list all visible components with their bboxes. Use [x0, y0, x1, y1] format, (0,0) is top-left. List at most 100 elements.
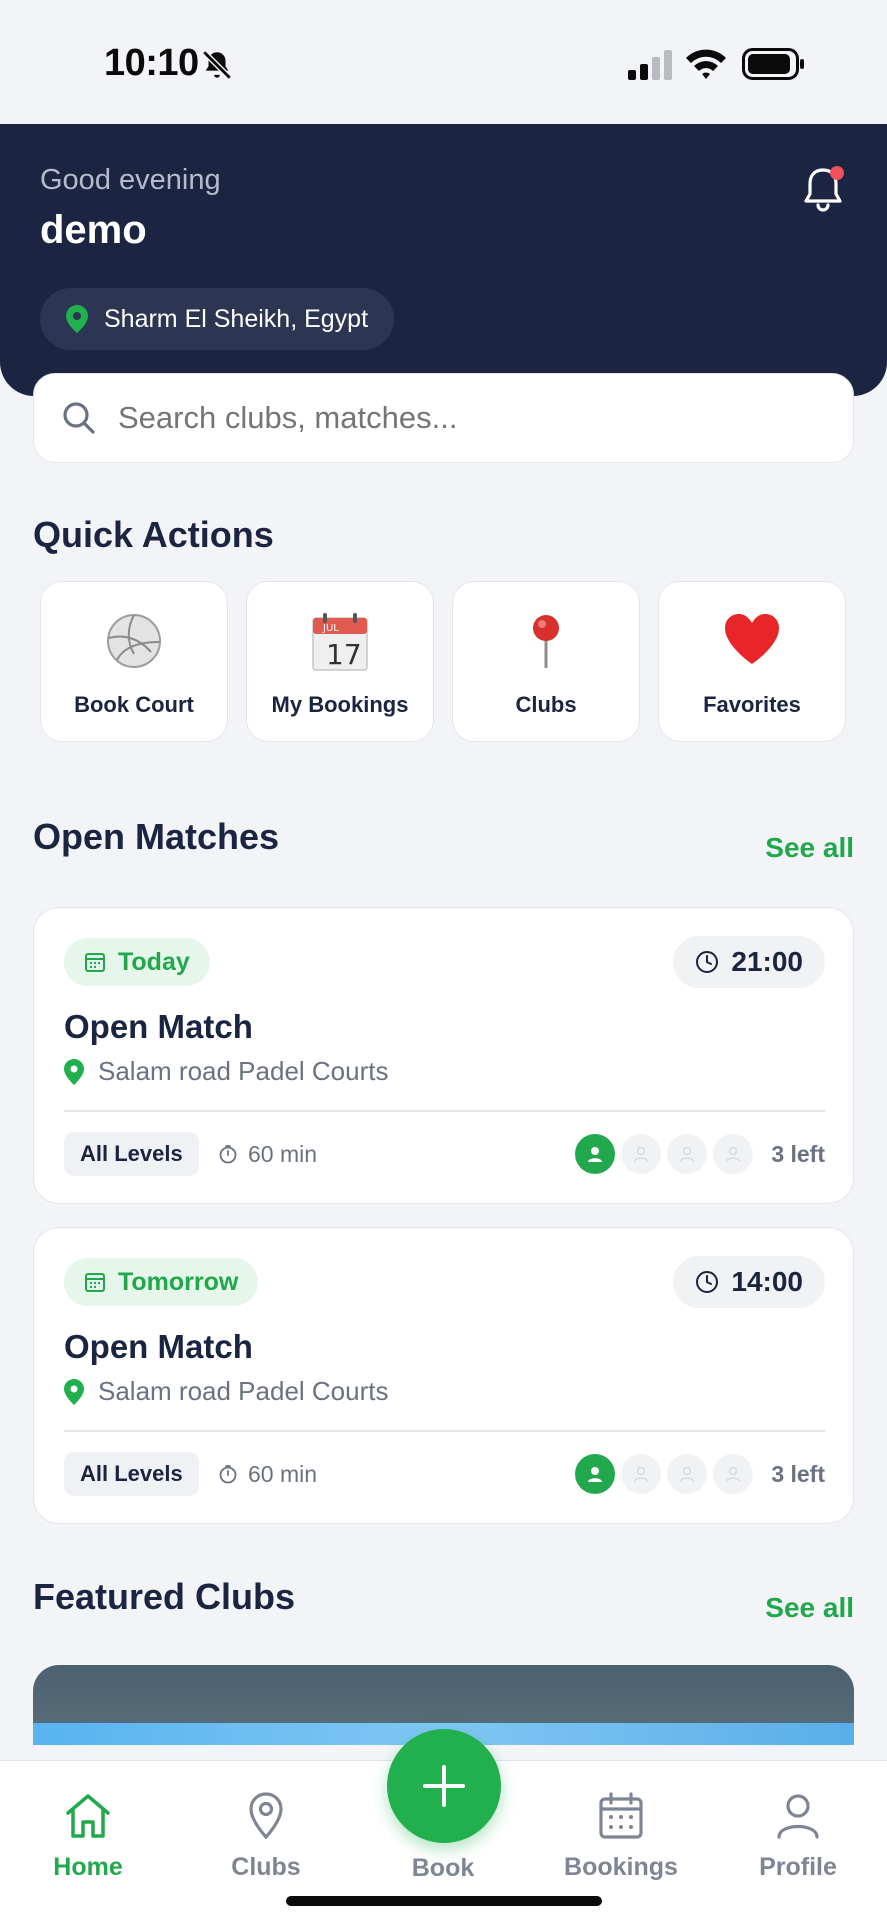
player-slots: 3 left — [575, 1454, 825, 1494]
open-matches-title: Open Matches — [33, 816, 280, 857]
timer-icon — [219, 1145, 237, 1164]
user-icon — [777, 1794, 819, 1839]
match-level-badge: All Levels — [64, 1452, 199, 1496]
spots-left-text: 3 left — [771, 1140, 825, 1167]
search-input[interactable] — [118, 400, 818, 436]
search-bar[interactable] — [33, 373, 854, 463]
player-slot-filled — [575, 1134, 616, 1174]
calendar-small-icon — [85, 1273, 105, 1292]
player-slot-filled — [575, 1454, 616, 1494]
status-bar: 10:10 — [0, 0, 887, 124]
user-outline-icon — [680, 1466, 695, 1482]
match-day-badge: Tomorrow — [64, 1258, 259, 1306]
home-indicator — [286, 1896, 602, 1906]
match-level-text: All Levels — [80, 1141, 183, 1166]
user-outline-icon — [634, 1146, 649, 1162]
status-time: 10:10 — [104, 42, 199, 84]
plus-icon — [423, 1765, 465, 1807]
user-icon — [588, 1147, 603, 1162]
featured-clubs-title: Featured Clubs — [33, 1576, 296, 1617]
match-day-text: Today — [118, 947, 190, 976]
match-venue-text: Salam road Padel Courts — [98, 1056, 389, 1086]
match-card[interactable]: Today 21:00 Open Match Salam road Padel … — [33, 907, 854, 1204]
nav-label: Home — [53, 1853, 123, 1881]
spots-left-text: 3 left — [771, 1460, 825, 1487]
match-level-text: All Levels — [80, 1461, 183, 1486]
wifi-icon — [686, 49, 726, 79]
nav-label: Clubs — [231, 1853, 301, 1881]
nav-book-label[interactable]: Book — [373, 1854, 513, 1883]
pin-icon — [533, 615, 559, 668]
quick-action-clubs[interactable]: Clubs — [452, 581, 640, 742]
match-day-text: Tomorrow — [118, 1267, 239, 1296]
match-time-badge: 14:00 — [673, 1256, 825, 1308]
match-duration-text: 60 min — [248, 1460, 318, 1487]
card-divider — [64, 1430, 825, 1432]
quick-action-label: Book Court — [74, 692, 194, 717]
user-icon — [588, 1467, 603, 1482]
notification-badge — [830, 166, 844, 180]
quick-action-label: My Bookings — [271, 692, 409, 717]
player-slot-empty — [667, 1134, 708, 1174]
player-slot-empty — [621, 1134, 662, 1174]
clock-icon — [696, 951, 719, 973]
match-day-badge: Today — [64, 938, 210, 986]
nav-home[interactable]: Home — [18, 1791, 158, 1882]
nav-clubs[interactable]: Clubs — [196, 1791, 336, 1882]
battery-icon — [742, 48, 804, 80]
nav-profile[interactable]: Profile — [728, 1791, 868, 1882]
greeting-text: Good evening — [40, 164, 221, 196]
calendar-icon — [599, 1792, 643, 1839]
location-pin-icon — [66, 305, 88, 333]
book-fab-button[interactable] — [387, 1729, 501, 1843]
quick-action-book-court[interactable]: Book Court — [40, 581, 228, 742]
svg-text:17: 17 — [326, 638, 362, 671]
user-outline-icon — [680, 1146, 695, 1162]
search-icon — [63, 402, 95, 434]
match-venue-text: Salam road Padel Courts — [98, 1376, 389, 1406]
match-title: Open Match — [64, 1328, 253, 1365]
match-time-text: 21:00 — [731, 946, 803, 977]
card-divider — [64, 1110, 825, 1112]
silent-mode-icon — [202, 50, 232, 80]
player-slots: 3 left — [575, 1134, 825, 1174]
home-header: Good evening demo Sharm El Sheikh, Egypt — [0, 124, 887, 396]
match-card[interactable]: Tomorrow 14:00 Open Match Salam road Pad… — [33, 1227, 854, 1524]
quick-action-my-bookings[interactable]: JUL 17 My Bookings — [246, 581, 434, 742]
match-duration: 60 min — [218, 1132, 317, 1176]
nav-label: Profile — [759, 1853, 837, 1881]
match-time-badge: 21:00 — [673, 936, 825, 988]
user-outline-icon — [726, 1146, 741, 1162]
svg-text:JUL: JUL — [322, 623, 339, 634]
match-time-text: 14:00 — [731, 1266, 803, 1297]
location-text: Sharm El Sheikh, Egypt — [104, 304, 369, 333]
username: demo — [40, 208, 147, 252]
featured-clubs-see-all-link[interactable]: See all — [765, 1592, 854, 1624]
calendar-icon: JUL 17 — [312, 613, 368, 671]
timer-icon — [219, 1465, 237, 1484]
match-venue: Salam road Padel Courts — [64, 1056, 388, 1087]
match-venue: Salam road Padel Courts — [64, 1376, 388, 1407]
match-duration: 60 min — [218, 1452, 317, 1496]
location-selector[interactable]: Sharm El Sheikh, Egypt — [40, 288, 395, 350]
home-icon — [66, 1794, 110, 1838]
calendar-small-icon — [85, 953, 105, 972]
player-slot-empty — [667, 1454, 708, 1494]
map-pin-icon — [249, 1792, 283, 1840]
quick-action-favorites[interactable]: Favorites — [658, 581, 846, 742]
cellular-signal-icon — [628, 50, 672, 80]
quick-actions-row: Book Court JUL 17 My Bookings Clubs Favo… — [40, 581, 846, 742]
quick-action-label: Clubs — [515, 692, 577, 717]
heart-icon — [725, 614, 779, 664]
match-duration-text: 60 min — [248, 1140, 318, 1167]
nav-label: Bookings — [564, 1853, 678, 1881]
match-title: Open Match — [64, 1008, 253, 1045]
nav-bookings[interactable]: Bookings — [551, 1791, 691, 1882]
open-matches-see-all-link[interactable]: See all — [765, 832, 854, 864]
user-outline-icon — [726, 1466, 741, 1482]
volleyball-icon — [107, 614, 161, 668]
player-slot-empty — [713, 1454, 754, 1494]
player-slot-empty — [621, 1454, 662, 1494]
clock-icon — [696, 1271, 719, 1293]
quick-action-label: Favorites — [703, 692, 801, 717]
